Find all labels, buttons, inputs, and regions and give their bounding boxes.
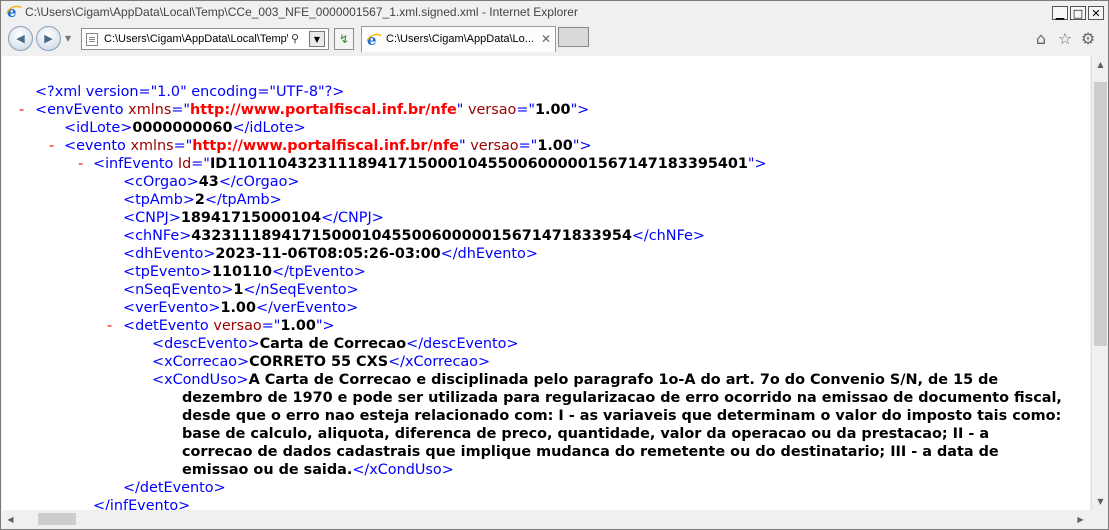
xml-line-detEvento: - <detEvento versao="1.00"> [107,317,335,335]
collapse-toggle[interactable]: - [49,137,54,155]
search-icon[interactable]: ⚲ [291,32,304,46]
collapse-toggle[interactable]: - [107,317,112,335]
address-bar[interactable]: C:\Users\Cigam\AppData\Local\Temp\C ⚲ ▼ [81,28,329,50]
address-dropdown-button[interactable]: ▼ [309,31,325,47]
address-input[interactable]: C:\Users\Cigam\AppData\Local\Temp\C [104,33,288,45]
element-value: A Carta de Correcao e disciplinada pelo … [182,372,1062,478]
internet-explorer-icon: e [6,4,22,20]
scroll-up-button[interactable]: ▲ [1092,56,1109,73]
vertical-scrollbar[interactable]: ▲ ▼ [1091,56,1108,510]
xml-line-tpEvento: <tpEvento>110110</tpEvento> [123,264,366,280]
back-arrow-icon: ◀ [16,32,25,45]
xml-tree: <?xml version="1.0" encoding="UTF-8"?> -… [2,83,1062,510]
forward-button[interactable]: ▶ [36,26,61,51]
xml-line-idLote: <idLote>0000000060</idLote> [64,120,306,136]
attr-name: versao [467,102,517,118]
new-tab-button[interactable] [558,27,589,47]
vertical-scroll-thumb[interactable] [1094,82,1107,346]
title-bar: e C:\Users\Cigam\AppData\Local\Temp\CCe_… [1,1,1108,23]
refresh-button[interactable]: ↯ [334,28,354,50]
tab-label: C:\Users\Cigam\AppData\Lo... [386,33,534,45]
favorites-icon[interactable]: ☆ [1056,29,1074,48]
xml-line-infEvento-close: </infEvento> [93,498,191,510]
attr-value: 1.00 [535,102,571,118]
xml-line-nSeqEvento: <nSeqEvento>1</nSeqEvento> [123,282,359,298]
window-title: C:\Users\Cigam\AppData\Local\Temp\CCe_00… [25,5,578,19]
collapse-toggle[interactable]: - [19,101,24,119]
scrollbar-corner [1091,510,1108,528]
internet-explorer-icon: e [366,32,382,48]
xml-line-infEvento: - <infEvento Id="ID110110432311189417150… [78,155,767,173]
xml-line-CNPJ: <CNPJ>18941715000104</CNPJ> [123,210,384,226]
navigation-toolbar: ◀ ▶ ▼ C:\Users\Cigam\AppData\Local\Temp\… [1,23,1108,55]
scroll-right-button[interactable]: ▶ [1072,511,1089,528]
close-tab-icon[interactable]: ✕ [541,32,551,46]
element-value: 0000000060 [132,120,233,136]
close-window-button[interactable]: ✕ [1088,6,1104,20]
xml-declaration: <?xml version="1.0" encoding="UTF-8"?> [2,83,767,101]
xml-line-descEvento: <descEvento>Carta de Correcao</descEvent… [152,336,519,352]
tab-current[interactable]: e C:\Users\Cigam\AppData\Lo... ✕ [361,26,556,52]
xml-line-xCondUso: <xCondUso>A Carta de Correcao e discipli… [152,372,1062,478]
xml-line-envEvento: - <envEvento xmlns="http://www.portalfis… [19,101,590,119]
browser-window: e C:\Users\Cigam\AppData\Local\Temp\CCe_… [0,0,1109,530]
attr-name: xmlns [128,102,172,118]
xml-declaration-text: <?xml version="1.0" encoding="UTF-8"?> [35,84,345,100]
page-icon [86,33,98,46]
back-button[interactable]: ◀ [8,26,33,51]
attr-value: http://www.portalfiscal.inf.br/nfe [190,102,457,118]
xml-line-tpAmb: <tpAmb>2</tpAmb> [123,192,282,208]
xml-line-dhEvento: <dhEvento>2023-11-06T08:05:26-03:00</dhE… [123,246,538,262]
tools-gear-icon[interactable]: ⚙ [1079,29,1097,48]
horizontal-scroll-thumb[interactable] [38,513,76,525]
scroll-left-button[interactable]: ◀ [2,511,19,528]
minimize-button[interactable]: ▁ [1052,6,1068,20]
collapse-toggle[interactable]: - [78,155,83,173]
scroll-down-button[interactable]: ▼ [1092,493,1109,510]
xml-line-chNFe: <chNFe>432311189417150001045500600000156… [123,228,705,244]
horizontal-scrollbar[interactable]: ◀ ▶ [2,510,1091,528]
maximize-button[interactable]: □ [1070,6,1086,20]
forward-arrow-icon: ▶ [44,32,53,45]
xml-line-verEvento: <verEvento>1.00</verEvento> [123,300,359,316]
tag-name: envEvento [47,102,124,118]
xml-viewer: <?xml version="1.0" encoding="UTF-8"?> -… [2,56,1090,510]
xml-line-detEvento-close: </detEvento> [123,480,226,496]
refresh-icon: ↯ [338,32,350,46]
xml-line-evento: - <evento xmlns="http://www.portalfiscal… [49,137,592,155]
home-icon[interactable]: ⌂ [1032,29,1050,48]
xml-line-cOrgao: <cOrgao>43</cOrgao> [123,174,300,190]
xml-line-xCorrecao: <xCorrecao>CORRETO 55 CXS</xCorrecao> [152,354,491,370]
history-dropdown-icon[interactable]: ▼ [65,34,71,43]
